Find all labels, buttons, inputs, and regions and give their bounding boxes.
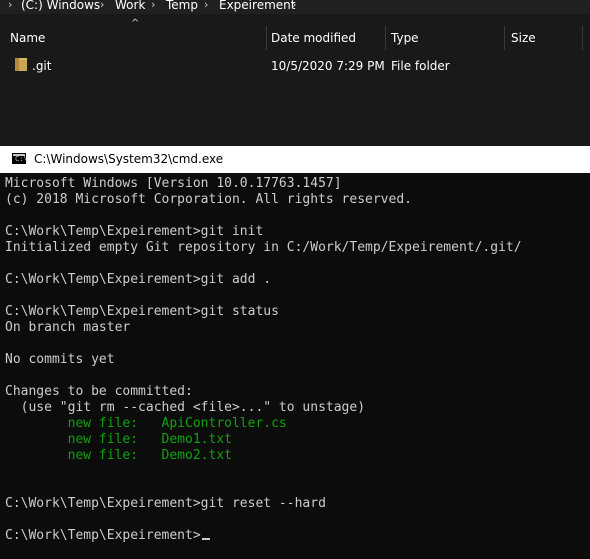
breadcrumb-separator: › <box>151 0 156 11</box>
console-line: Microsoft Windows [Version 10.0.17763.14… <box>5 176 522 192</box>
breadcrumb-item-drive[interactable]: (C:) Windows <box>21 0 100 11</box>
console-line-text: Microsoft Windows [Version 10.0.17763.14… <box>5 176 342 191</box>
console-line-text: C:\Work\Temp\Expeirement>git status <box>5 304 279 319</box>
column-header-date-modified[interactable]: Date modified <box>271 31 356 45</box>
console-line: C:\Work\Temp\Expeirement>git add . <box>5 272 522 288</box>
console-line: C:\Work\Temp\Expeirement>git reset --har… <box>5 496 522 512</box>
column-divider[interactable] <box>582 26 583 50</box>
console-line: new file: Demo2.txt <box>5 448 522 464</box>
console-line-text: C:\Work\Temp\Expeirement> <box>5 528 201 543</box>
folder-icon <box>15 58 27 71</box>
console-line: (c) 2018 Microsoft Corporation. All righ… <box>5 192 522 208</box>
console-icon-glyph: C:\ <box>15 155 28 163</box>
console-line-text: new file: Demo2.txt <box>5 448 232 463</box>
breadcrumb-separator: › <box>8 0 13 11</box>
console-line-text: C:\Work\Temp\Expeirement>git add . <box>5 272 272 287</box>
breadcrumb-item-temp[interactable]: Temp <box>166 0 198 11</box>
console-line-text: No commits yet <box>5 352 115 367</box>
console-line: C:\Work\Temp\Expeirement> <box>5 528 522 544</box>
file-row[interactable]: .git 10/5/2020 7:29 PM File folder <box>0 54 590 76</box>
breadcrumb-separator: › <box>100 0 105 11</box>
sort-ascending-icon: ^ <box>131 18 140 29</box>
cmd-titlebar[interactable]: C:\ C:\Windows\System32\cmd.exe <box>0 146 590 173</box>
text-cursor <box>201 538 210 540</box>
breadcrumb-item-expeirement[interactable]: Expeirement <box>219 0 295 11</box>
console-line-text: C:\Work\Temp\Expeirement>git init <box>5 224 264 239</box>
breadcrumb-item-work[interactable]: Work <box>115 0 145 11</box>
console-line: (use "git rm --cached <file>..." to unst… <box>5 400 522 416</box>
column-header-name[interactable]: Name <box>10 31 45 45</box>
column-header-type[interactable]: Type <box>391 31 419 45</box>
console-text: Microsoft Windows [Version 10.0.17763.14… <box>5 176 522 544</box>
breadcrumb-separator: › <box>204 0 209 11</box>
console-line: On branch master <box>5 320 522 336</box>
console-line-text: new file: Demo1.txt <box>5 432 232 447</box>
file-name[interactable]: .git <box>32 59 51 73</box>
console-line-text: Changes to be committed: <box>5 384 193 399</box>
column-header-row: ^ Name Date modified Type Size <box>0 18 590 52</box>
console-line: C:\Work\Temp\Expeirement>git status <box>5 304 522 320</box>
console-line: C:\Work\Temp\Expeirement>git init <box>5 224 522 240</box>
breadcrumb-separator: › <box>292 0 297 11</box>
console-icon: C:\ <box>12 153 28 164</box>
console-line: No commits yet <box>5 352 522 368</box>
file-date-modified: 10/5/2020 7:29 PM <box>271 59 385 73</box>
console-line: Changes to be committed: <box>5 384 522 400</box>
console-line: new file: Demo1.txt <box>5 432 522 448</box>
column-divider[interactable] <box>385 26 386 50</box>
column-header-size[interactable]: Size <box>511 31 536 45</box>
column-divider[interactable] <box>266 26 267 50</box>
console-line-text: new file: ApiController.cs <box>5 416 287 431</box>
console-line-text: C:\Work\Temp\Expeirement>git reset --har… <box>5 496 326 511</box>
file-explorer: › (C:) Windows › Work › Temp › Expeireme… <box>0 0 590 146</box>
console-line-text: Initialized empty Git repository in C:/W… <box>5 240 522 255</box>
console-line: Initialized empty Git repository in C:/W… <box>5 240 522 256</box>
console-line-text: On branch master <box>5 320 131 335</box>
column-divider[interactable] <box>504 26 505 50</box>
file-type: File folder <box>391 59 450 73</box>
console-output[interactable]: Microsoft Windows [Version 10.0.17763.14… <box>0 173 590 559</box>
console-line-text: (use "git rm --cached <file>..." to unst… <box>5 400 366 415</box>
breadcrumb: › (C:) Windows › Work › Temp › Expeireme… <box>0 0 590 14</box>
window-title: C:\Windows\System32\cmd.exe <box>34 152 224 166</box>
console-line-text: (c) 2018 Microsoft Corporation. All righ… <box>5 192 412 207</box>
console-line: new file: ApiController.cs <box>5 416 522 432</box>
